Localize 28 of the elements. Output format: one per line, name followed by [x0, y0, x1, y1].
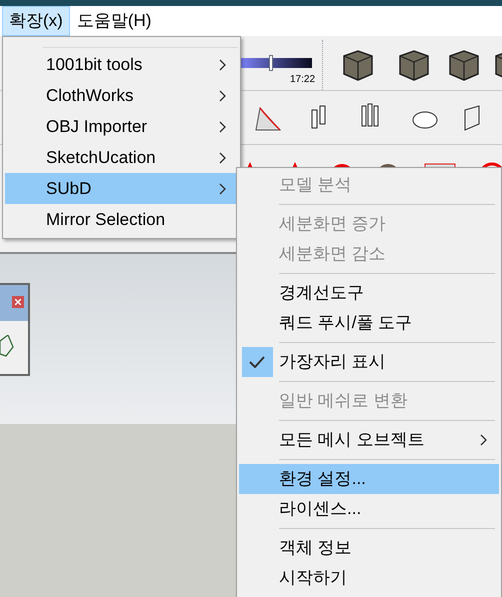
menu-item[interactable]: 시작하기 — [239, 563, 499, 593]
menu-item[interactable]: OBJ Importer — [5, 111, 238, 142]
time-reading: 17:22 — [290, 73, 316, 87]
menu-item[interactable]: 확장(x) — [2, 6, 70, 36]
menu-item[interactable]: SketchUcation — [5, 142, 238, 173]
menu-item[interactable]: 모든 메시 오브젝트 — [239, 425, 499, 455]
menu-item[interactable]: ClothWorks — [5, 80, 238, 111]
menu-item[interactable]: 환경 설정... — [239, 464, 499, 494]
time-slider[interactable] — [240, 58, 312, 68]
close-button[interactable] — [12, 296, 24, 308]
chevron-right-icon — [219, 120, 226, 132]
chevron-right-icon — [219, 90, 226, 102]
chevron-right-icon — [219, 152, 226, 164]
menu-item[interactable]: 라이센스... — [239, 494, 499, 524]
chevron-right-icon — [219, 58, 226, 70]
menu-item[interactable]: Mirror Selection — [5, 204, 238, 235]
menu-item[interactable]: 가장자리 표시 — [239, 347, 499, 377]
menu-item[interactable]: SUbD — [5, 173, 238, 204]
menu-item[interactable]: 도움말(H) — [70, 6, 158, 36]
menu-item[interactable]: 쿼드 푸시/풀 도구 — [239, 308, 499, 338]
menu-item[interactable]: 1001bit tools — [5, 49, 238, 80]
slider-thumb[interactable] — [268, 55, 273, 71]
menu-item[interactable]: 객체 정보 — [239, 533, 499, 563]
close-icon — [15, 299, 21, 305]
chevron-right-icon — [219, 182, 226, 194]
chevron-right-icon — [480, 434, 487, 446]
menu-item[interactable]: 경계선도구 — [239, 278, 499, 308]
shape-icon — [0, 335, 14, 357]
